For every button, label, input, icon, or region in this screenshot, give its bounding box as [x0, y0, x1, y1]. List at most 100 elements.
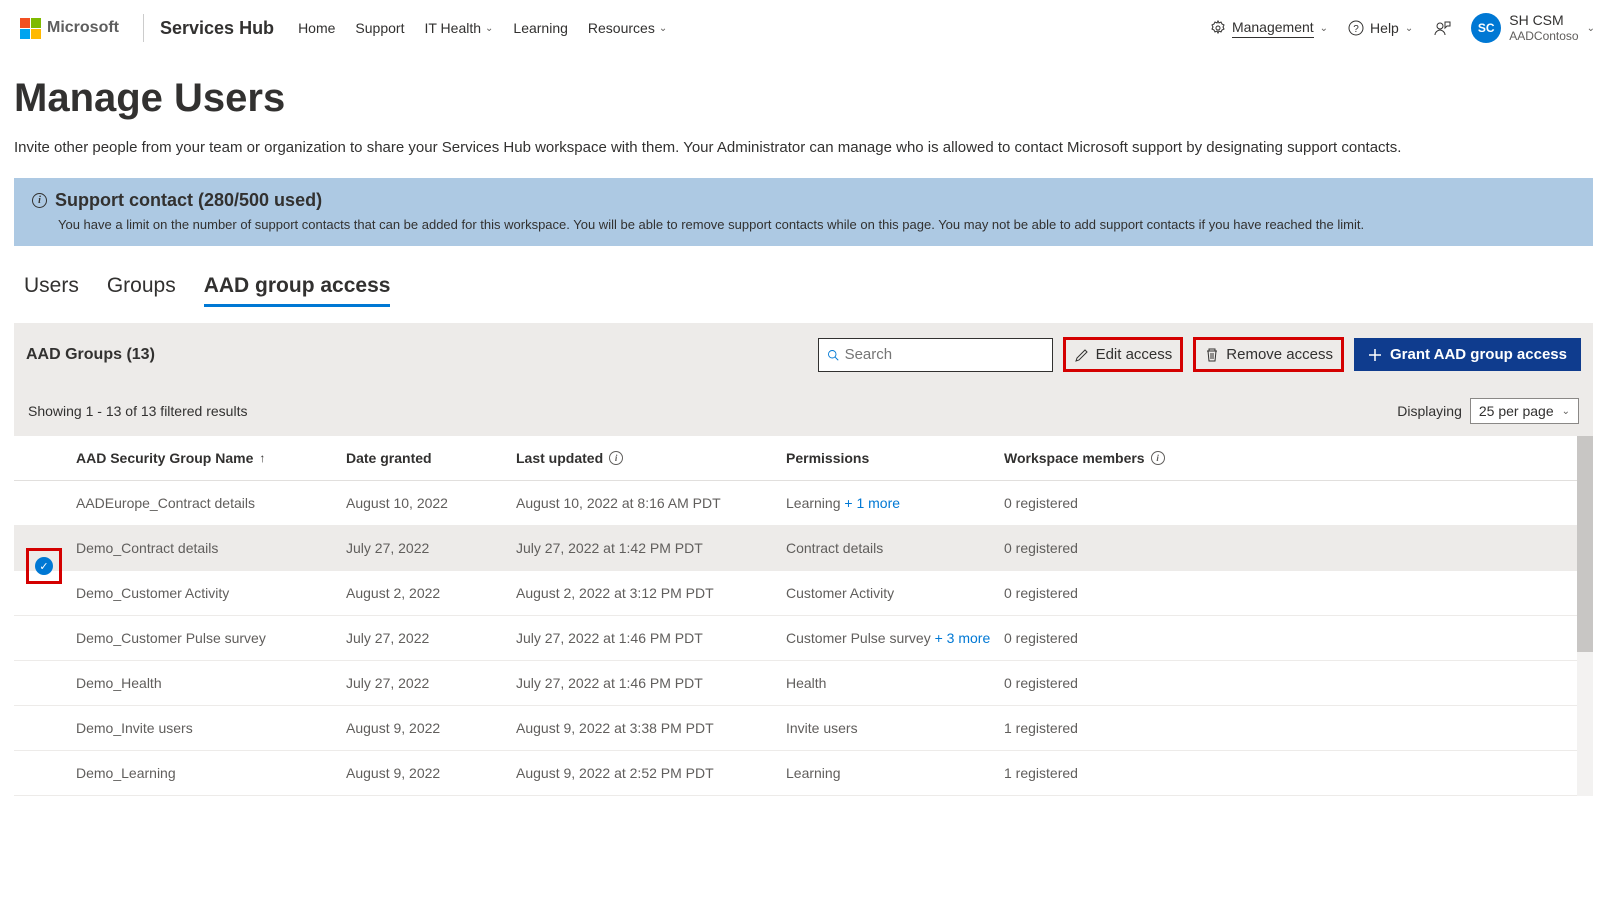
cell-permissions: Invite users: [786, 720, 1004, 736]
info-icon[interactable]: i: [1151, 451, 1165, 465]
plus-icon: [1368, 348, 1382, 362]
top-navigation: Microsoft Services Hub Home Support IT H…: [0, 0, 1607, 56]
account-menu[interactable]: SC SH CSM AADContoso ⌄: [1471, 12, 1595, 43]
permissions-more-link[interactable]: + 3 more: [931, 630, 991, 646]
help-icon: ?: [1348, 20, 1364, 36]
microsoft-logo[interactable]: Microsoft: [12, 18, 127, 39]
trash-icon: [1204, 347, 1220, 363]
nav-resources[interactable]: Resources⌄: [588, 20, 667, 36]
col-members[interactable]: Workspace membersi: [1004, 450, 1593, 466]
cell-group-name: Demo_Customer Pulse survey: [76, 630, 346, 646]
col-name[interactable]: AAD Security Group Name↑: [76, 450, 346, 466]
cell-members: 0 registered: [1004, 495, 1593, 511]
cell-group-name: Demo_Health: [76, 675, 346, 691]
cell-last-updated: August 9, 2022 at 3:38 PM PDT: [516, 720, 786, 736]
table-row[interactable]: Demo_LearningAugust 9, 2022August 9, 202…: [14, 751, 1593, 796]
table-row[interactable]: Demo_Customer Pulse surveyJuly 27, 2022J…: [14, 616, 1593, 661]
tab-bar: Users Groups AAD group access: [14, 274, 1593, 307]
cell-members: 1 registered: [1004, 720, 1593, 736]
cell-permissions: Health: [786, 675, 1004, 691]
infobox-body: You have a limit on the number of suppor…: [32, 217, 1575, 232]
toolbar-title: AAD Groups (13): [26, 346, 155, 364]
cell-last-updated: August 9, 2022 at 2:52 PM PDT: [516, 765, 786, 781]
cell-members: 0 registered: [1004, 630, 1593, 646]
table-row[interactable]: Demo_Customer ActivityAugust 2, 2022Augu…: [14, 571, 1593, 616]
aad-groups-table: AAD Security Group Name↑ Date granted La…: [14, 436, 1593, 796]
main-nav-links: Home Support IT Health⌄ Learning Resourc…: [298, 20, 667, 36]
page-subtitle: Invite other people from your team or or…: [14, 139, 1593, 156]
grant-access-button[interactable]: Grant AAD group access: [1354, 338, 1581, 371]
chevron-down-icon: ⌄: [1320, 23, 1328, 34]
chevron-down-icon: ⌄: [1405, 23, 1413, 34]
infobox-title: Support contact (280/500 used): [55, 190, 322, 211]
info-icon: i: [32, 193, 47, 208]
cell-date-granted: July 27, 2022: [346, 630, 516, 646]
chevron-down-icon: ⌄: [1587, 23, 1595, 34]
cell-members: 0 registered: [1004, 585, 1593, 601]
account-org: AADContoso: [1509, 29, 1578, 43]
info-icon[interactable]: i: [609, 451, 623, 465]
cell-date-granted: August 2, 2022: [346, 585, 516, 601]
tab-users[interactable]: Users: [24, 274, 79, 307]
cell-last-updated: July 27, 2022 at 1:46 PM PDT: [516, 630, 786, 646]
search-input[interactable]: [845, 346, 1044, 363]
table-row[interactable]: Demo_HealthJuly 27, 2022July 27, 2022 at…: [14, 661, 1593, 706]
vertical-scrollbar[interactable]: [1577, 436, 1593, 796]
tab-aad-group-access[interactable]: AAD group access: [204, 274, 391, 307]
management-menu[interactable]: Management ⌄: [1210, 19, 1328, 38]
col-date[interactable]: Date granted: [346, 450, 516, 466]
permissions-more-link[interactable]: + 1 more: [841, 495, 901, 511]
cell-last-updated: July 27, 2022 at 1:42 PM PDT: [516, 540, 786, 556]
remove-access-button[interactable]: Remove access: [1193, 337, 1344, 372]
divider: [143, 14, 144, 42]
cell-group-name: Demo_Learning: [76, 765, 346, 781]
cell-permissions: Customer Pulse survey + 3 more: [786, 630, 1004, 646]
cell-permissions: Contract details: [786, 540, 1004, 556]
col-permissions[interactable]: Permissions: [786, 450, 1004, 466]
cell-date-granted: August 9, 2022: [346, 765, 516, 781]
col-updated[interactable]: Last updatedi: [516, 450, 786, 466]
cell-group-name: AADEurope_Contract details: [76, 495, 346, 511]
help-menu[interactable]: ? Help ⌄: [1348, 20, 1413, 36]
results-count: Showing 1 - 13 of 13 filtered results: [28, 403, 247, 419]
selection-highlight: ✓: [26, 548, 62, 584]
table-header: AAD Security Group Name↑ Date granted La…: [14, 436, 1593, 481]
tab-groups[interactable]: Groups: [107, 274, 176, 307]
chevron-down-icon: ⌄: [659, 23, 667, 34]
microsoft-text: Microsoft: [47, 19, 119, 37]
account-name: SH CSM: [1509, 12, 1578, 29]
search-box[interactable]: [818, 338, 1053, 372]
product-brand[interactable]: Services Hub: [160, 18, 298, 39]
chevron-down-icon: ⌄: [1562, 406, 1570, 417]
contact-icon-button[interactable]: [1433, 19, 1451, 37]
displaying-label: Displaying: [1397, 403, 1462, 419]
results-strip: Showing 1 - 13 of 13 filtered results Di…: [14, 386, 1593, 436]
edit-access-button[interactable]: Edit access: [1063, 337, 1184, 372]
cell-members: 0 registered: [1004, 540, 1593, 556]
table-row[interactable]: Demo_Invite usersAugust 9, 2022August 9,…: [14, 706, 1593, 751]
row-checkmark-icon[interactable]: ✓: [35, 557, 53, 575]
nav-home[interactable]: Home: [298, 20, 335, 36]
chevron-down-icon: ⌄: [485, 23, 493, 34]
cell-group-name: Demo_Invite users: [76, 720, 346, 736]
table-row[interactable]: AADEurope_Contract details August 10, 202…: [14, 481, 1593, 526]
cell-group-name: Demo_Contract details: [76, 540, 346, 556]
nav-it-health[interactable]: IT Health⌄: [424, 20, 493, 36]
per-page-select[interactable]: 25 per page ⌄: [1470, 398, 1579, 424]
cell-date-granted: July 27, 2022: [346, 540, 516, 556]
cell-permissions: Customer Activity: [786, 585, 1004, 601]
page-title: Manage Users: [14, 76, 1593, 121]
nav-support[interactable]: Support: [355, 20, 404, 36]
svg-text:?: ?: [1353, 24, 1359, 35]
person-speech-icon: [1433, 19, 1451, 37]
search-icon: [827, 347, 839, 363]
pencil-icon: [1074, 347, 1090, 363]
cell-group-name: Demo_Customer Activity: [76, 585, 346, 601]
nav-learning[interactable]: Learning: [513, 20, 568, 36]
gear-icon: [1210, 20, 1226, 36]
cell-members: 1 registered: [1004, 765, 1593, 781]
table-row[interactable]: ✓Demo_Contract detailsJuly 27, 2022July …: [14, 526, 1593, 571]
cell-last-updated: August 2, 2022 at 3:12 PM PDT: [516, 585, 786, 601]
cell-last-updated: August 10, 2022 at 8:16 AM PDT: [516, 495, 786, 511]
groups-toolbar: AAD Groups (13) Edit access Remove acces…: [14, 323, 1593, 386]
